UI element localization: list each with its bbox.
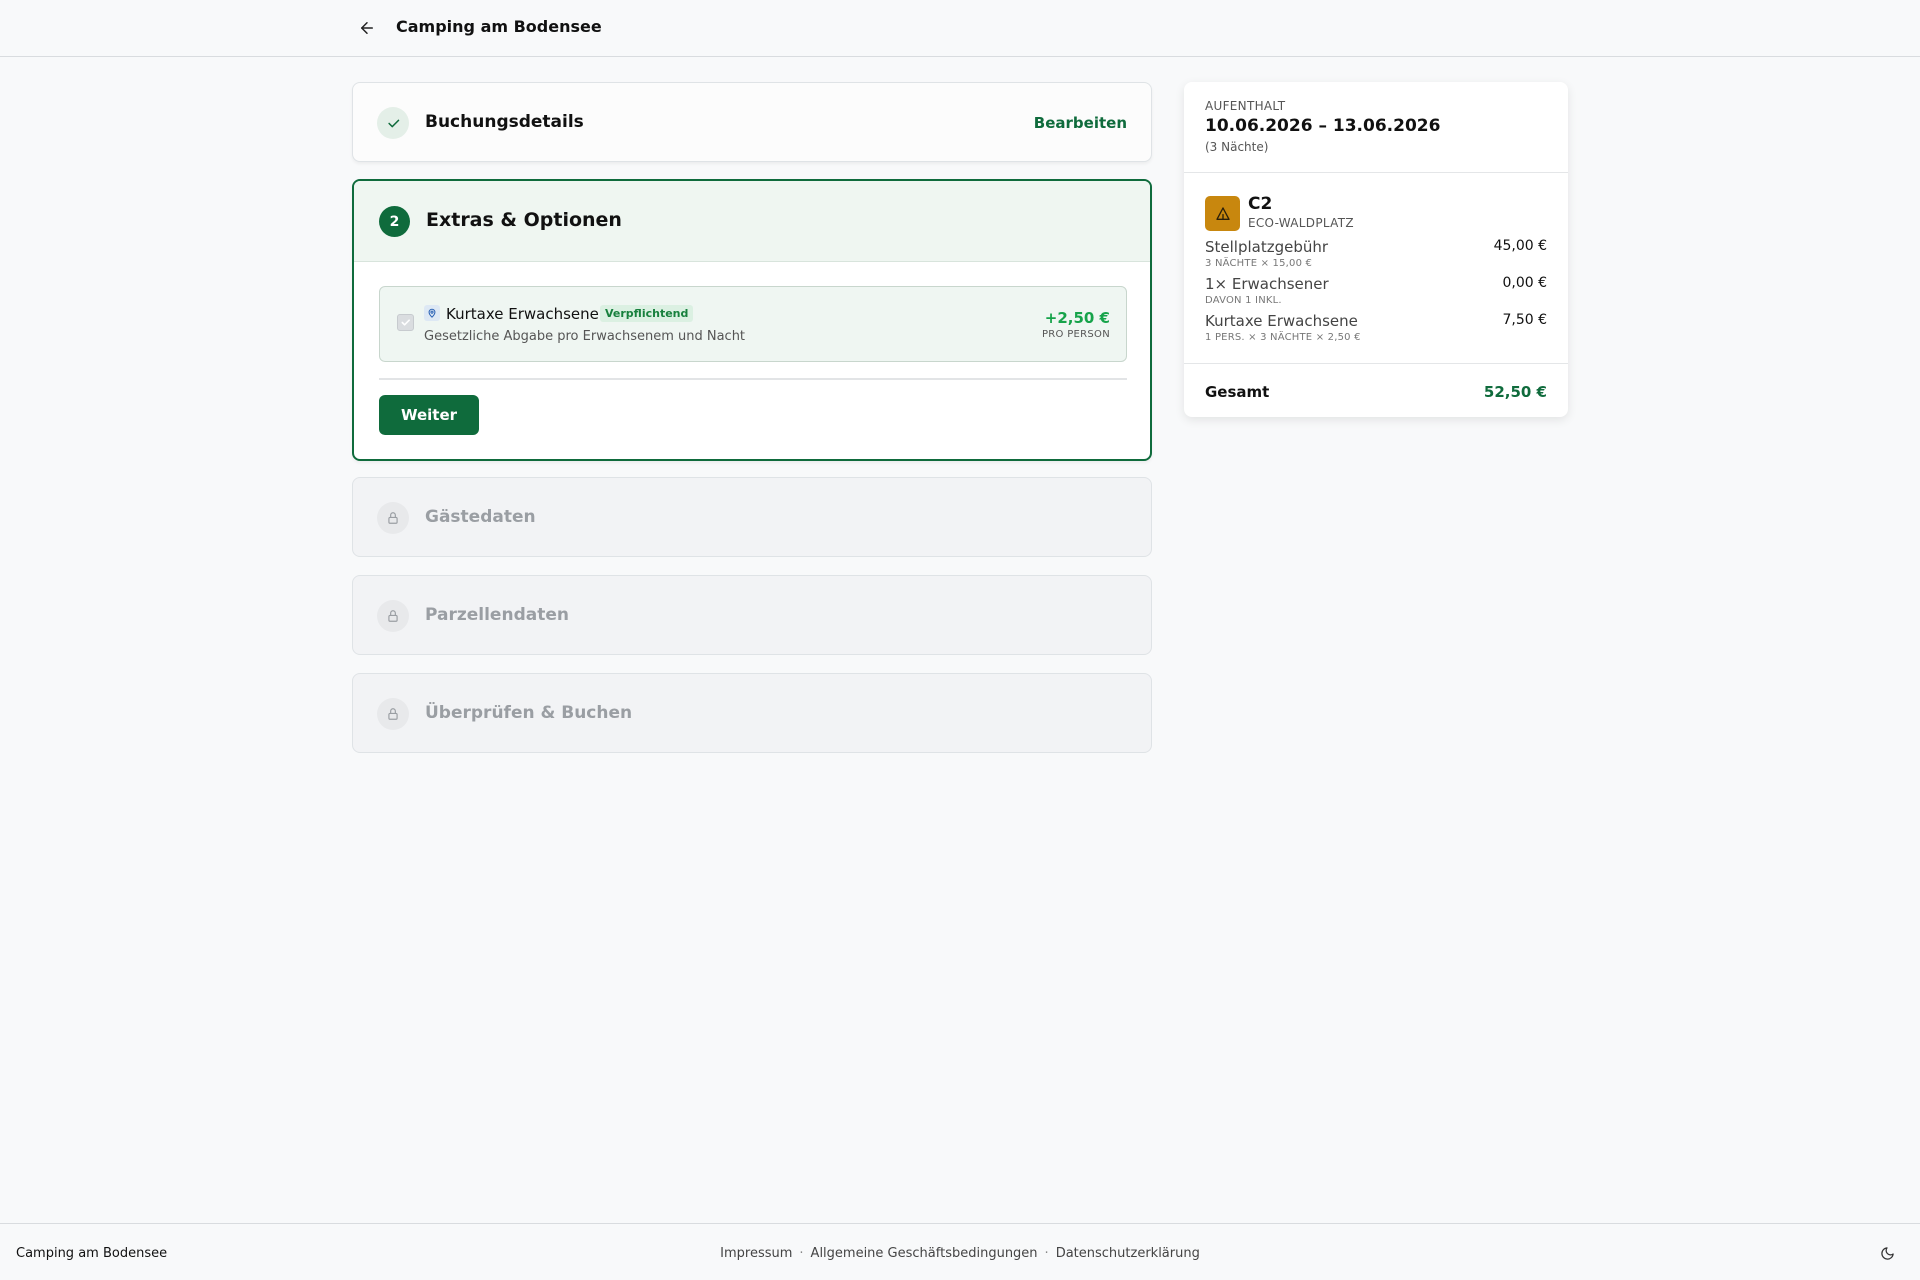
price-line-label: 1× Erwachsener [1205,275,1329,293]
terms-link[interactable]: Allgemeine Geschäftsbedingungen [811,1246,1038,1261]
total-label: Gesamt [1205,383,1270,401]
lock-icon [388,708,398,720]
pitch-name: C2 [1248,194,1273,214]
step-header: 2 Extras & Optionen [354,181,1150,262]
step-title: Überprüfen & Buchen [425,703,633,723]
step-locked-indicator [377,600,409,632]
tent-icon [1205,196,1240,231]
location-pin-icon [424,305,440,321]
step-title: Parzellendaten [425,605,569,625]
mandatory-badge: Verpflichtend [600,305,694,322]
step-booking-details: Buchungsdetails Bearbeiten [352,82,1152,162]
extra-checkbox[interactable] [397,314,414,331]
lock-icon [388,512,398,524]
stay-dates: 10.06.2026 – 13.06.2026 [1205,116,1441,136]
step-title: Buchungsdetails [425,112,584,132]
step-locked-indicator [377,698,409,730]
arrow-left-icon [361,22,373,34]
step-complete-indicator [377,107,409,139]
step-title: Extras & Optionen [426,209,622,231]
check-icon [401,319,410,326]
pitch-type: ECO-WALDPLATZ [1248,216,1354,230]
price-line-value: 7,50 € [1502,312,1547,328]
top-bar: Camping am Bodensee [0,0,1920,57]
extra-option-row[interactable]: Kurtaxe Erwachsene Verpflichtend Gesetzl… [379,286,1127,362]
price-line-detail: 3 NÄCHTE × 15,00 € [1205,258,1313,269]
price-line-label: Kurtaxe Erwachsene [1205,312,1358,330]
footer: Camping am Bodensee Impressum · Allgemeine… [0,1223,1920,1280]
price-line-value: 0,00 € [1502,275,1547,291]
divider [1184,363,1568,364]
price-line-value: 45,00 € [1493,238,1547,254]
step-review-book: Überprüfen & Buchen [352,673,1152,753]
total-value: 52,50 € [1483,383,1547,401]
edit-booking-details-button[interactable]: Bearbeiten [1034,114,1127,132]
step-extras-options: 2 Extras & Optionen Kurtaxe Erwachsene V… [352,179,1152,461]
step-guest-data: Gästedaten [352,477,1152,557]
lock-icon [388,610,398,622]
booking-summary: AUFENTHALT 10.06.2026 – 13.06.2026 (3 Nä… [1184,82,1568,417]
step-pitch-data: Parzellendaten [352,575,1152,655]
stay-label: AUFENTHALT [1205,99,1286,113]
step-title: Gästedaten [425,507,536,527]
price-line-detail: DAVON 1 INKL. [1205,295,1282,306]
next-button[interactable]: Weiter [379,395,479,435]
moon-icon [1881,1247,1894,1260]
divider [379,378,1127,380]
check-icon [387,119,399,127]
theme-toggle-button[interactable] [1879,1245,1896,1262]
page-title: Camping am Bodensee [396,17,602,36]
extra-name: Kurtaxe Erwachsene [446,305,599,323]
extra-price-unit: PRO PERSON [1041,329,1110,340]
stay-nights: (3 Nächte) [1205,140,1269,154]
extra-price: +2,50 € [1044,309,1110,327]
footer-links: Impressum · Allgemeine Geschäftsbedingunge… [0,1246,1920,1261]
step-number: 2 [379,206,410,237]
divider [1184,172,1568,173]
price-line-label: Stellplatzgebühr [1205,238,1329,256]
extra-description: Gesetzliche Abgabe pro Erwachsenem und N… [424,329,746,344]
imprint-link[interactable]: Impressum [720,1246,792,1261]
step-locked-indicator [377,502,409,534]
price-line-detail: 1 PERS. × 3 NÄCHTE × 2,50 € [1205,332,1361,343]
back-button[interactable] [355,16,379,40]
separator-dot: · [799,1246,804,1261]
privacy-link[interactable]: Datenschutzerklärung [1056,1246,1200,1261]
separator-dot: · [1044,1246,1049,1261]
